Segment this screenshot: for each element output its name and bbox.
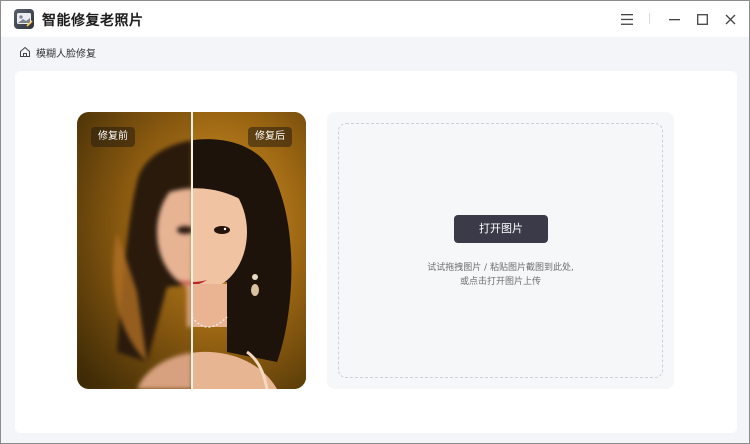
hamburger-menu-icon <box>621 13 633 25</box>
before-after-comparison[interactable]: 修复前 修复后 <box>77 112 306 389</box>
photo-repair-logo-icon <box>14 9 34 29</box>
upload-panel: 打开图片 试试拖拽图片 / 粘贴图片截图到此处, 或点击打开图片上传 <box>327 112 674 389</box>
after-image <box>192 112 306 389</box>
home-icon <box>20 46 30 57</box>
maximize-icon <box>696 13 708 25</box>
titlebar-divider <box>649 13 650 24</box>
before-image <box>77 112 192 389</box>
open-image-button[interactable]: 打开图片 <box>454 215 548 243</box>
breadcrumb[interactable]: 模糊人脸修复 <box>19 44 96 60</box>
minimize-button[interactable] <box>665 10 683 28</box>
after-label: 修复后 <box>248 127 292 147</box>
upload-hint-line2: 或点击打开图片上传 <box>459 277 541 287</box>
drop-zone[interactable]: 打开图片 试试拖拽图片 / 粘贴图片截图到此处, 或点击打开图片上传 <box>338 123 663 378</box>
title-bar: 智能修复老照片 <box>1 1 749 37</box>
app-window: 智能修复老照片 模糊人脸修复 修复前 修复后 打开图片 试试拖拽图片 / 粘贴图… <box>0 0 750 444</box>
maximize-button[interactable] <box>693 10 711 28</box>
minimize-icon <box>668 18 680 20</box>
main-content: 修复前 修复后 打开图片 试试拖拽图片 / 粘贴图片截图到此处, 或点击打开图片… <box>15 71 737 433</box>
close-icon <box>725 14 735 24</box>
menu-button[interactable] <box>618 10 636 28</box>
compare-divider-handle[interactable] <box>191 112 193 389</box>
breadcrumb-label: 模糊人脸修复 <box>36 48 96 60</box>
app-title: 智能修复老照片 <box>42 13 144 29</box>
before-label: 修复前 <box>91 127 135 147</box>
close-button[interactable] <box>721 10 739 28</box>
upload-hint-line1: 试试拖拽图片 / 粘贴图片截图到此处, <box>427 263 574 273</box>
